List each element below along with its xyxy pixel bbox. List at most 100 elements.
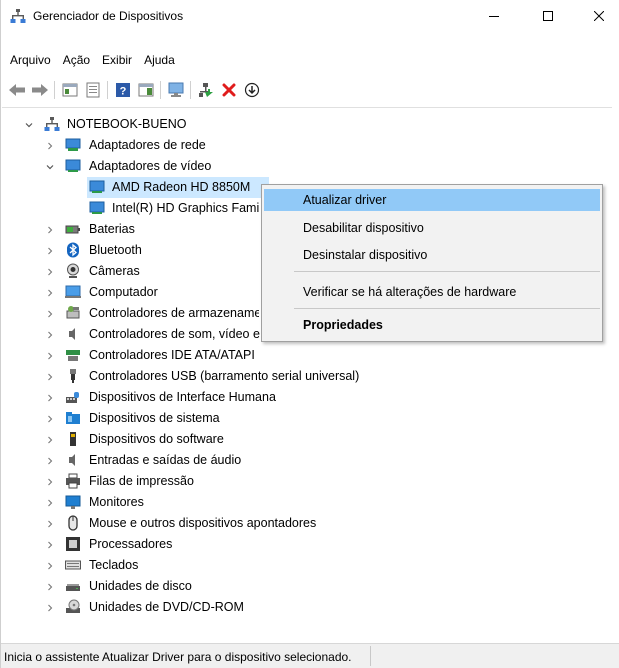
chevron-right-icon[interactable] (45, 303, 55, 324)
chevron-right-icon[interactable] (45, 555, 55, 576)
display-adapter-icon (65, 159, 81, 172)
chevron-right-icon[interactable] (45, 240, 55, 261)
chevron-right-icon[interactable] (45, 324, 55, 345)
chevron-right-icon[interactable] (45, 471, 55, 492)
context-menu-separator (294, 308, 600, 309)
tree-item-label: Baterias (89, 222, 135, 236)
system-folder-icon (66, 412, 80, 424)
uninstall-icon (222, 83, 235, 97)
tree-item-interface-humana[interactable]: Dispositivos de Interface Humana (1, 387, 612, 408)
tree-item-label: Controladores de armazenamento (89, 306, 259, 320)
chevron-right-icon[interactable] (45, 261, 55, 282)
speaker-icon (69, 328, 75, 340)
ctx-desabilitar-dispositivo[interactable]: Desabilitar dispositivo (264, 217, 600, 239)
uninstall-device-button[interactable] (218, 80, 239, 101)
network-adapter-icon (65, 138, 81, 151)
download-button[interactable] (241, 80, 262, 101)
chevron-right-icon[interactable] (45, 219, 55, 240)
chevron-right-icon[interactable] (45, 597, 55, 618)
tree-item-filas-impressao[interactable]: Filas de impressão (1, 471, 612, 492)
computer-tree-icon (44, 117, 60, 131)
ctx-atualizar-driver[interactable]: Atualizar driver (264, 189, 600, 211)
tree-item-label: Mouse e outros dispositivos apontadores (89, 516, 317, 530)
scan-hardware-button[interactable] (165, 80, 186, 101)
chevron-right-icon[interactable] (45, 282, 55, 303)
processor-icon (66, 537, 80, 551)
properties-button[interactable] (82, 80, 103, 101)
menu-ajuda[interactable]: Ajuda (138, 50, 181, 70)
speaker-icon (69, 454, 75, 466)
close-button[interactable] (576, 0, 619, 31)
minimize-button[interactable] (471, 0, 517, 31)
chevron-right-icon[interactable] (45, 576, 55, 597)
chevron-right-icon[interactable] (45, 366, 55, 387)
tree-item-entradas-saidas-audio[interactable]: Entradas e saídas de áudio (1, 450, 612, 471)
tree-item-adaptadores-de-rede[interactable]: Adaptadores de rede (1, 135, 612, 156)
menu-exibir[interactable]: Exibir (96, 50, 138, 70)
tree-item-unidades-disco[interactable]: Unidades de disco (1, 576, 612, 597)
status-text: Inicia o assistente Atualizar Driver par… (4, 650, 352, 664)
forward-button[interactable] (29, 80, 50, 101)
tree-item-teclados[interactable]: Teclados (1, 555, 612, 576)
chevron-right-icon[interactable] (45, 450, 55, 471)
scan-monitor-icon (168, 82, 183, 97)
chevron-down-icon[interactable] (45, 156, 55, 177)
help-button[interactable]: ? (112, 80, 133, 101)
title-bar[interactable]: Gerenciador de Dispositivos (1, 0, 619, 31)
forward-icon (31, 84, 48, 96)
chevron-right-icon[interactable] (45, 429, 55, 450)
chevron-right-icon[interactable] (45, 135, 55, 156)
tree-item-unidades-dvd[interactable]: Unidades de DVD/CD-ROM (1, 597, 612, 618)
toolbar-separator (190, 81, 191, 99)
minimize-icon (489, 15, 499, 17)
context-menu-separator (294, 271, 600, 272)
back-button[interactable] (6, 80, 27, 101)
tree-root-label: NOTEBOOK-BUENO (67, 117, 187, 131)
ctx-verificar-hardware[interactable]: Verificar se há alterações de hardware (264, 281, 600, 303)
hid-icon (66, 392, 79, 403)
help-icon: ? (115, 83, 130, 98)
tree-item-dispositivos-software[interactable]: Dispositivos do software (1, 429, 612, 450)
device-manager-icon (10, 9, 26, 23)
ctx-propriedades[interactable]: Propriedades (264, 314, 600, 336)
tree-item-controladores-ide[interactable]: Controladores IDE ATA/ATAPI (1, 345, 612, 366)
status-bar: Inicia o assistente Atualizar Driver par… (1, 643, 619, 668)
chevron-right-icon[interactable] (45, 492, 55, 513)
bluetooth-icon (67, 242, 79, 258)
show-hide-console-tree-button[interactable] (59, 80, 80, 101)
tree-item-label: Monitores (89, 495, 144, 509)
tree-item-label: Dispositivos de sistema (89, 411, 220, 425)
menu-acao[interactable]: Ação (57, 50, 96, 70)
toolbar: ? (1, 77, 619, 103)
maximize-button[interactable] (525, 0, 571, 31)
chevron-right-icon[interactable] (45, 408, 55, 429)
window-title: Gerenciador de Dispositivos (33, 9, 184, 23)
chevron-right-icon[interactable] (45, 534, 55, 555)
software-device-icon (70, 432, 76, 446)
ctx-desinstalar-dispositivo[interactable]: Desinstalar dispositivo (264, 244, 600, 266)
tree-item-dispositivos-sistema[interactable]: Dispositivos de sistema (1, 408, 612, 429)
tree-item-processadores[interactable]: Processadores (1, 534, 612, 555)
context-menu: Atualizar driver Desabilitar dispositivo… (261, 184, 603, 342)
chevron-right-icon[interactable] (45, 345, 55, 366)
tree-item-controladores-usb[interactable]: Controladores USB (barramento serial uni… (1, 366, 612, 387)
tree-item-adaptadores-de-video[interactable]: Adaptadores de vídeo (1, 156, 612, 177)
menu-arquivo[interactable]: Arquivo (4, 50, 57, 70)
update-driver-button[interactable] (195, 80, 216, 101)
action-pane-button[interactable] (135, 80, 156, 101)
tree-root[interactable]: NOTEBOOK-BUENO (1, 114, 612, 135)
tree-item-label: Câmeras (89, 264, 140, 278)
tree-item-mouse[interactable]: Mouse e outros dispositivos apontadores (1, 513, 612, 534)
tree-item-label: Dispositivos de Interface Humana (89, 390, 276, 404)
tree-item-label: Filas de impressão (89, 474, 194, 488)
chevron-right-icon[interactable] (45, 513, 55, 534)
chevron-right-icon[interactable] (45, 387, 55, 408)
chevron-down-icon[interactable] (24, 114, 34, 135)
tree-item-label: Controladores USB (barramento serial uni… (89, 369, 360, 383)
svg-text:?: ? (119, 86, 126, 98)
tree-item-monitores[interactable]: Monitores (1, 492, 612, 513)
menu-bar: Arquivo Ação Exibir Ajuda (1, 50, 619, 70)
toolbar-divider (2, 107, 612, 108)
tree-item-label: Entradas e saídas de áudio (89, 453, 242, 467)
keyboard-icon (65, 560, 81, 570)
